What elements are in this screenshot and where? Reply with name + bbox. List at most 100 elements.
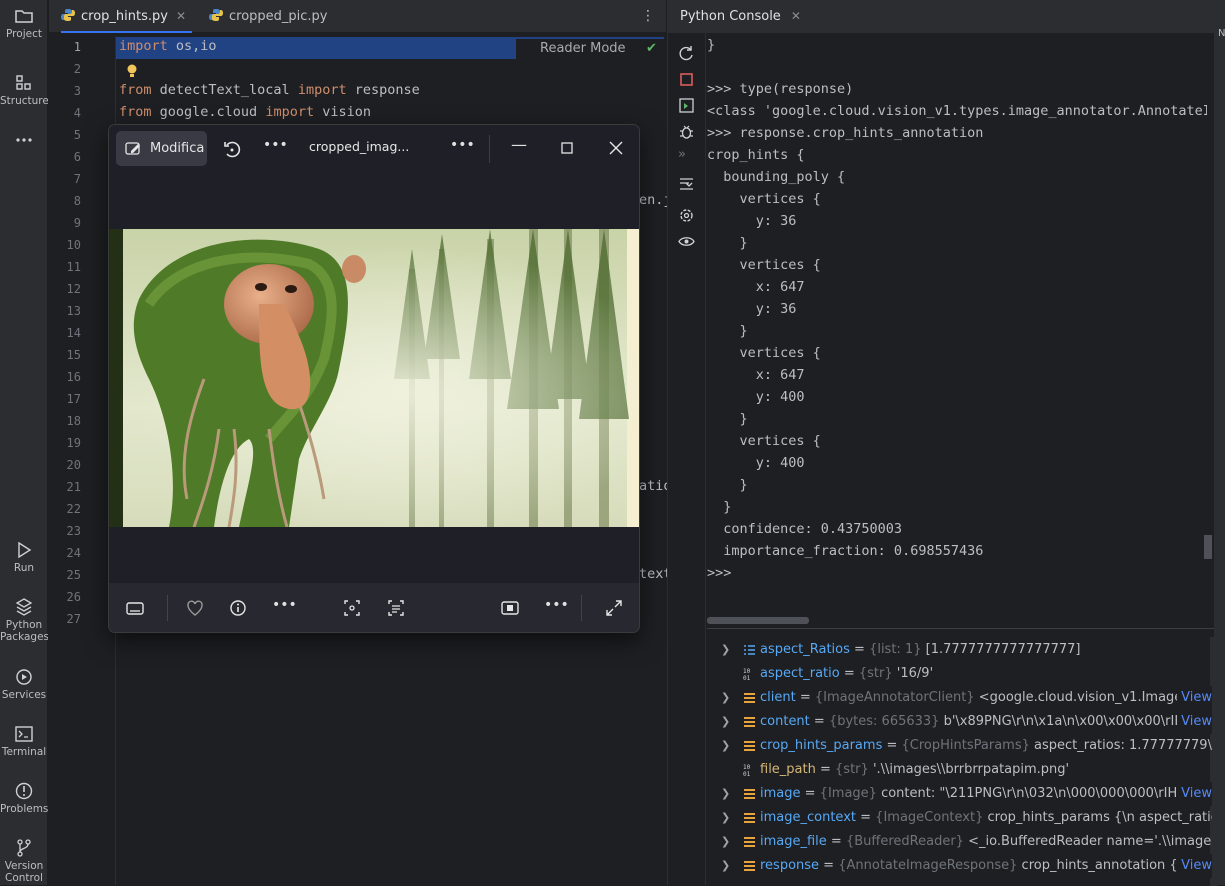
variable-type: {Image}	[819, 786, 877, 801]
close-icon[interactable]: ✕	[176, 9, 186, 23]
rotate-icon[interactable]	[222, 139, 242, 159]
stop-icon[interactable]	[678, 71, 695, 88]
more-icon[interactable]: •••	[263, 137, 288, 153]
obj-icon	[744, 861, 755, 871]
edit-button[interactable]: Modifica	[116, 131, 207, 166]
console-line: vertices {	[707, 433, 821, 449]
console-line: }	[707, 477, 748, 493]
slideshow-icon[interactable]	[500, 598, 520, 618]
variable-name: aspect_Ratios	[760, 642, 850, 657]
variable-name: image_context	[760, 810, 856, 825]
tab-python-console[interactable]: Python Console ✕	[680, 0, 801, 33]
line-number: 11	[66, 260, 81, 274]
console-line: <class 'google.cloud.vision_v1.types.ima…	[707, 103, 1207, 119]
console-line: vertices {	[707, 345, 821, 361]
chevron-right-icon[interactable]: ❯	[721, 710, 730, 734]
skip-icon[interactable]: »	[678, 147, 695, 164]
vertical-scrollbar[interactable]	[1204, 535, 1212, 559]
settings-icon[interactable]	[678, 207, 695, 224]
close-icon[interactable]	[609, 141, 623, 155]
variable-row[interactable]: 10 01 file_path = {str} '.\\images\\brrbrr…	[707, 758, 1212, 782]
more-options-icon[interactable]: •••	[544, 597, 569, 613]
obj-icon	[744, 789, 755, 799]
console-line: y: 36	[707, 301, 797, 317]
maximize-icon[interactable]	[561, 142, 573, 154]
line-number: 1	[73, 40, 81, 54]
python-packages-tool[interactable]: Python Packages	[0, 597, 48, 645]
view-link[interactable]: View	[1177, 710, 1212, 734]
right-tool-strip: N	[1214, 0, 1225, 885]
chevron-right-icon[interactable]: ❯	[721, 782, 730, 806]
problems-label: Problems	[0, 803, 48, 815]
code-text: response	[346, 82, 420, 98]
viewer-toolbar: ••• •••	[109, 583, 639, 632]
more-icon[interactable]: •••	[272, 597, 297, 613]
svg-text:01: 01	[743, 771, 751, 777]
horizontal-scrollbar[interactable]	[707, 617, 809, 624]
variable-row[interactable]: ❯ content = {bytes: 665633} b'\x89PNG\r\n…	[707, 710, 1212, 734]
console-line: >>> response.crop_hints_annotation	[707, 125, 984, 141]
chevron-right-icon[interactable]: ❯	[721, 830, 730, 854]
tab-cropped-pic[interactable]: cropped_pic.py	[209, 0, 328, 33]
console-line: >>>	[707, 565, 732, 581]
chevron-right-icon[interactable]: ❯	[721, 854, 730, 878]
variable-row[interactable]: ❯ aspect_Ratios = {list: 1} [1.7777777777…	[707, 638, 1212, 662]
variable-row[interactable]: ❯ client = {ImageAnnotatorClient} <google…	[707, 686, 1212, 710]
variable-row[interactable]: 10 01 aspect_ratio = {str} '16/9'	[707, 662, 1212, 686]
view-link[interactable]: View	[1177, 686, 1212, 710]
console-icon[interactable]	[678, 97, 695, 114]
scroll-end-icon[interactable]	[678, 175, 695, 192]
viewer-titlebar: Modifica ••• cropped_imag... ••• —	[109, 125, 639, 173]
obj-icon	[744, 717, 755, 727]
services-tool[interactable]: Services	[0, 667, 48, 701]
heart-icon[interactable]	[185, 598, 205, 618]
packages-icon	[15, 598, 33, 616]
notifications-icon[interactable]: N	[1218, 28, 1225, 39]
variable-row[interactable]: ❯ image_file = {BufferedReader} <_io.Buff…	[707, 830, 1212, 854]
variable-row[interactable]: ❯ response = {AnnotateImageResponse} crop…	[707, 854, 1212, 878]
crop-icon[interactable]	[342, 598, 362, 618]
console-output[interactable]: } >>> type(response) <class 'google.cloud.…	[707, 36, 1207, 616]
variable-value: b'\x89PNG\r\n\x1a\n\x00\x00\x00\rIHDR	[943, 714, 1204, 729]
variable-name: content	[760, 714, 810, 729]
scan-icon[interactable]	[386, 598, 406, 618]
more-options-icon[interactable]: •••	[450, 137, 475, 153]
terminal-tool[interactable]: Terminal	[0, 724, 48, 758]
version-control-tool[interactable]: Version Control	[0, 838, 48, 886]
code-line-3[interactable]: from detectText_local import response	[119, 82, 420, 98]
chevron-right-icon[interactable]: ❯	[721, 734, 730, 758]
chevron-right-icon[interactable]: ❯	[721, 638, 730, 662]
close-icon[interactable]: ✕	[791, 9, 801, 23]
expand-icon[interactable]	[604, 598, 624, 618]
code-line-4[interactable]: from google.cloud import vision	[119, 104, 371, 120]
services-label: Services	[1, 689, 47, 701]
eye-icon[interactable]	[678, 233, 695, 250]
tab-crop-hints[interactable]: crop_hints.py ✕	[61, 0, 193, 33]
more-tools[interactable]	[0, 130, 48, 152]
bulb-icon[interactable]	[126, 64, 138, 79]
chevron-right-icon[interactable]: ❯	[721, 806, 730, 830]
minimize-icon[interactable]: —	[511, 135, 527, 154]
code-line-1[interactable]: import os,io	[119, 38, 217, 54]
variable-row[interactable]: ❯ crop_hints_params = {CropHintsParams} a…	[707, 734, 1212, 758]
line-number: 2	[73, 62, 81, 76]
chevron-right-icon[interactable]: ❯	[721, 686, 730, 710]
variable-row[interactable]: ❯ image = {Image} content: "\211PNG\r\n\0…	[707, 782, 1212, 806]
tabs-more-icon[interactable]: ⋮	[641, 8, 655, 24]
structure-tool[interactable]: Structure	[0, 73, 48, 107]
line-number: 16	[66, 370, 81, 384]
variable-row[interactable]: ❯ image_context = {ImageContext} crop_hin…	[707, 806, 1212, 830]
console-line: }	[707, 323, 748, 339]
view-link[interactable]: View	[1177, 854, 1212, 878]
debug-icon[interactable]	[678, 123, 695, 140]
run-tool[interactable]: Run	[0, 540, 48, 574]
info-icon[interactable]	[228, 598, 248, 618]
problems-tool[interactable]: Problems	[0, 781, 48, 815]
reader-mode-button[interactable]: Reader Mode ✔	[516, 39, 666, 59]
filmstrip-icon[interactable]	[125, 598, 145, 618]
project-tool[interactable]: Project	[0, 6, 48, 40]
variable-name: image	[760, 786, 801, 801]
rerun-icon[interactable]	[678, 45, 695, 62]
view-link[interactable]: View	[1177, 782, 1212, 806]
line-number: 15	[66, 348, 81, 362]
